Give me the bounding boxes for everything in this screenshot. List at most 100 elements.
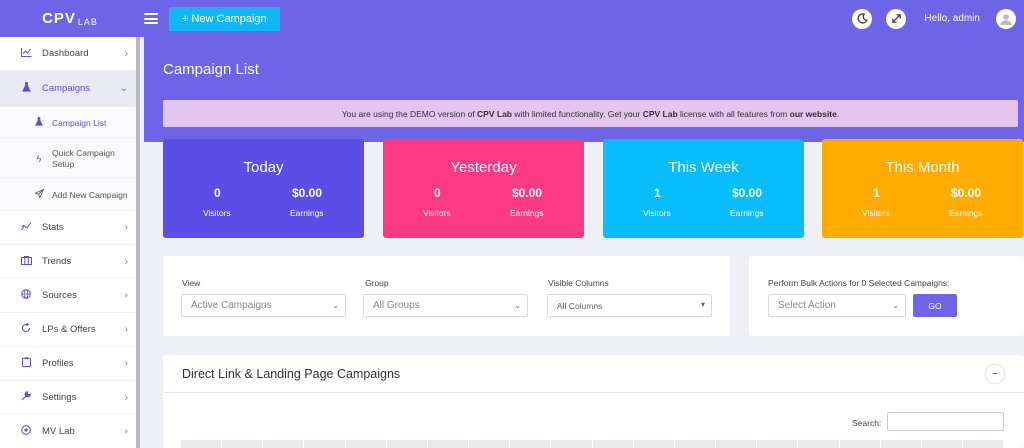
sidebar-item-label: Settings <box>42 392 77 403</box>
stat-title: Today <box>243 159 284 176</box>
stat-visitors-label: Visitors <box>643 208 671 218</box>
chevron-right-icon: › <box>124 392 128 403</box>
sidebar-item-label: Profiles <box>42 358 74 369</box>
sidebar-subitem-add-new-campaign[interactable]: Add New Campaign <box>0 179 136 211</box>
hamburger-menu-icon[interactable] <box>144 13 158 24</box>
table-header-row <box>181 440 1005 448</box>
sidebar-subitem-label: Campaign List <box>52 117 107 128</box>
group-label: Group <box>365 278 389 288</box>
stat-earnings-label: Earnings <box>949 208 983 218</box>
sidebar-item-mv-lab[interactable]: MV Lab › <box>0 415 136 448</box>
sidebar-item-lps-offers[interactable]: LPs & Offers › <box>0 313 136 347</box>
go-button[interactable]: GO <box>913 294 957 317</box>
collapse-minus-icon[interactable]: − <box>986 365 1004 383</box>
search-label: Search: <box>852 418 882 428</box>
bolt-icon: ϟ <box>36 153 42 164</box>
chevron-down-icon: ⌄ <box>514 301 521 310</box>
stat-earnings-value: $0.00 <box>292 186 323 200</box>
chevron-right-icon: › <box>124 324 128 335</box>
chevron-down-icon: ⌄ <box>332 301 339 310</box>
stat-visitors-value: 0 <box>434 186 441 200</box>
stat-title: This Month <box>885 159 960 176</box>
sidebar-subitem-label: Add New Campaign <box>52 189 128 200</box>
sidebar-item-settings[interactable]: Settings › <box>0 381 136 415</box>
chevron-down-icon: ⌄ <box>892 301 899 310</box>
chevron-right-icon: › <box>124 426 128 437</box>
bulk-action-value: Select Action <box>778 300 836 311</box>
stat-earnings-label: Earnings <box>730 208 764 218</box>
wrench-icon <box>20 391 32 404</box>
notice-text-1: You are using the DEMO version of <box>341 108 478 119</box>
stat-visitors-value: 0 <box>214 186 221 200</box>
stat-card-today: Today 0 $0.00 Visitors Earnings <box>163 139 364 238</box>
notice-brand-2: CPV Lab <box>642 108 678 119</box>
flask-icon <box>20 82 32 95</box>
paper-plane-icon <box>33 188 44 200</box>
sidebar-item-trends[interactable]: Trends › <box>0 245 136 279</box>
flask-icon <box>34 117 44 128</box>
clipboard-icon <box>20 357 32 370</box>
view-select[interactable]: Active Campaigns ⌄ <box>181 294 346 317</box>
table-title: Direct Link & Landing Page Campaigns <box>182 367 401 381</box>
caret-down-icon: ▾ <box>700 300 705 309</box>
stat-card-yesterday: Yesterday 0 $0.00 Visitors Earnings <box>383 139 584 238</box>
sidebar-subitem-label-2: Setup <box>52 158 75 169</box>
chevron-right-icon: › <box>124 48 128 59</box>
new-campaign-label: New Campaign <box>191 12 267 25</box>
user-avatar-icon[interactable] <box>996 8 1016 29</box>
bulk-actions-label: Perform Bulk Actions for 0 Selected Camp… <box>768 278 950 288</box>
stat-title: This Week <box>668 159 739 176</box>
sidebar-item-sources[interactable]: Sources › <box>0 279 136 313</box>
logo-sub-text: LAB <box>77 16 98 27</box>
stat-visitors-value: 1 <box>654 186 661 200</box>
columns-icon <box>20 255 32 268</box>
view-select-value: Active Campaigns <box>191 300 272 311</box>
stat-visitors-value: 1 <box>873 186 880 200</box>
top-navbar: CPV LAB + New Campaign Hello, admin <box>0 0 1024 37</box>
chevron-right-icon: › <box>124 358 128 369</box>
chart-trend-icon <box>20 221 32 234</box>
sidebar-subitem-quick-campaign-setup[interactable]: ϟ Quick Campaign Setup <box>0 139 136 179</box>
sidebar-item-dashboard[interactable]: Dashboard › <box>0 37 136 71</box>
sidebar-item-label: Sources <box>42 290 77 301</box>
sidebar-item-campaigns[interactable]: Campaigns ⌄ <box>0 71 136 107</box>
group-select[interactable]: All Groups ⌄ <box>363 294 528 317</box>
notice-text-3: license with all features from <box>677 108 790 119</box>
cpv-lab-logo[interactable]: CPV LAB <box>0 0 140 37</box>
sidebar-item-label: Campaigns <box>42 83 91 94</box>
plus-icon: + <box>182 12 189 25</box>
user-greeting[interactable]: Hello, admin <box>924 13 980 24</box>
visible-columns-value: All Columns <box>557 300 603 311</box>
sidebar-subitem-campaign-list[interactable]: Campaign List <box>0 107 136 139</box>
sidebar-item-label: MV Lab <box>42 426 75 437</box>
sidebar-item-stats[interactable]: Stats › <box>0 211 136 245</box>
globe-icon <box>20 289 32 302</box>
search-input[interactable] <box>887 412 1004 431</box>
new-campaign-button[interactable]: + New Campaign <box>169 6 280 31</box>
stat-earnings-label: Earnings <box>510 208 544 218</box>
sidebar: Dashboard › Campaigns ⌄ Campaign List ϟ … <box>0 37 140 448</box>
sidebar-item-profiles[interactable]: Profiles › <box>0 347 136 381</box>
chevron-right-icon: › <box>124 256 128 267</box>
stat-earnings-value: $0.00 <box>732 186 763 200</box>
sidebar-item-label: Dashboard <box>42 48 89 59</box>
visible-columns-select[interactable]: All Columns ▾ <box>547 294 712 317</box>
stat-earnings-value: $0.00 <box>951 186 982 200</box>
notice-brand: CPV Lab <box>477 108 512 119</box>
notice-text-4: . <box>836 108 840 119</box>
stat-visitors-label: Visitors <box>423 208 451 218</box>
our-website-link[interactable]: our website <box>790 109 837 119</box>
page-title: Campaign List <box>163 61 259 78</box>
chevron-right-icon: › <box>124 290 128 301</box>
lab-icon <box>20 425 32 438</box>
sidebar-item-label: Stats <box>42 222 64 233</box>
group-select-value: All Groups <box>373 300 420 311</box>
chevron-right-icon: › <box>124 222 128 233</box>
stat-earnings-label: Earnings <box>290 208 324 218</box>
dark-mode-toggle-moon-icon[interactable] <box>852 8 873 29</box>
stat-title: Yesterday <box>450 159 517 176</box>
notice-text-2: with limited functionality. Get your <box>512 108 643 119</box>
bulk-action-select[interactable]: Select Action ⌄ <box>768 294 906 317</box>
chart-line-icon <box>20 47 32 60</box>
fullscreen-expand-icon[interactable] <box>886 8 907 29</box>
